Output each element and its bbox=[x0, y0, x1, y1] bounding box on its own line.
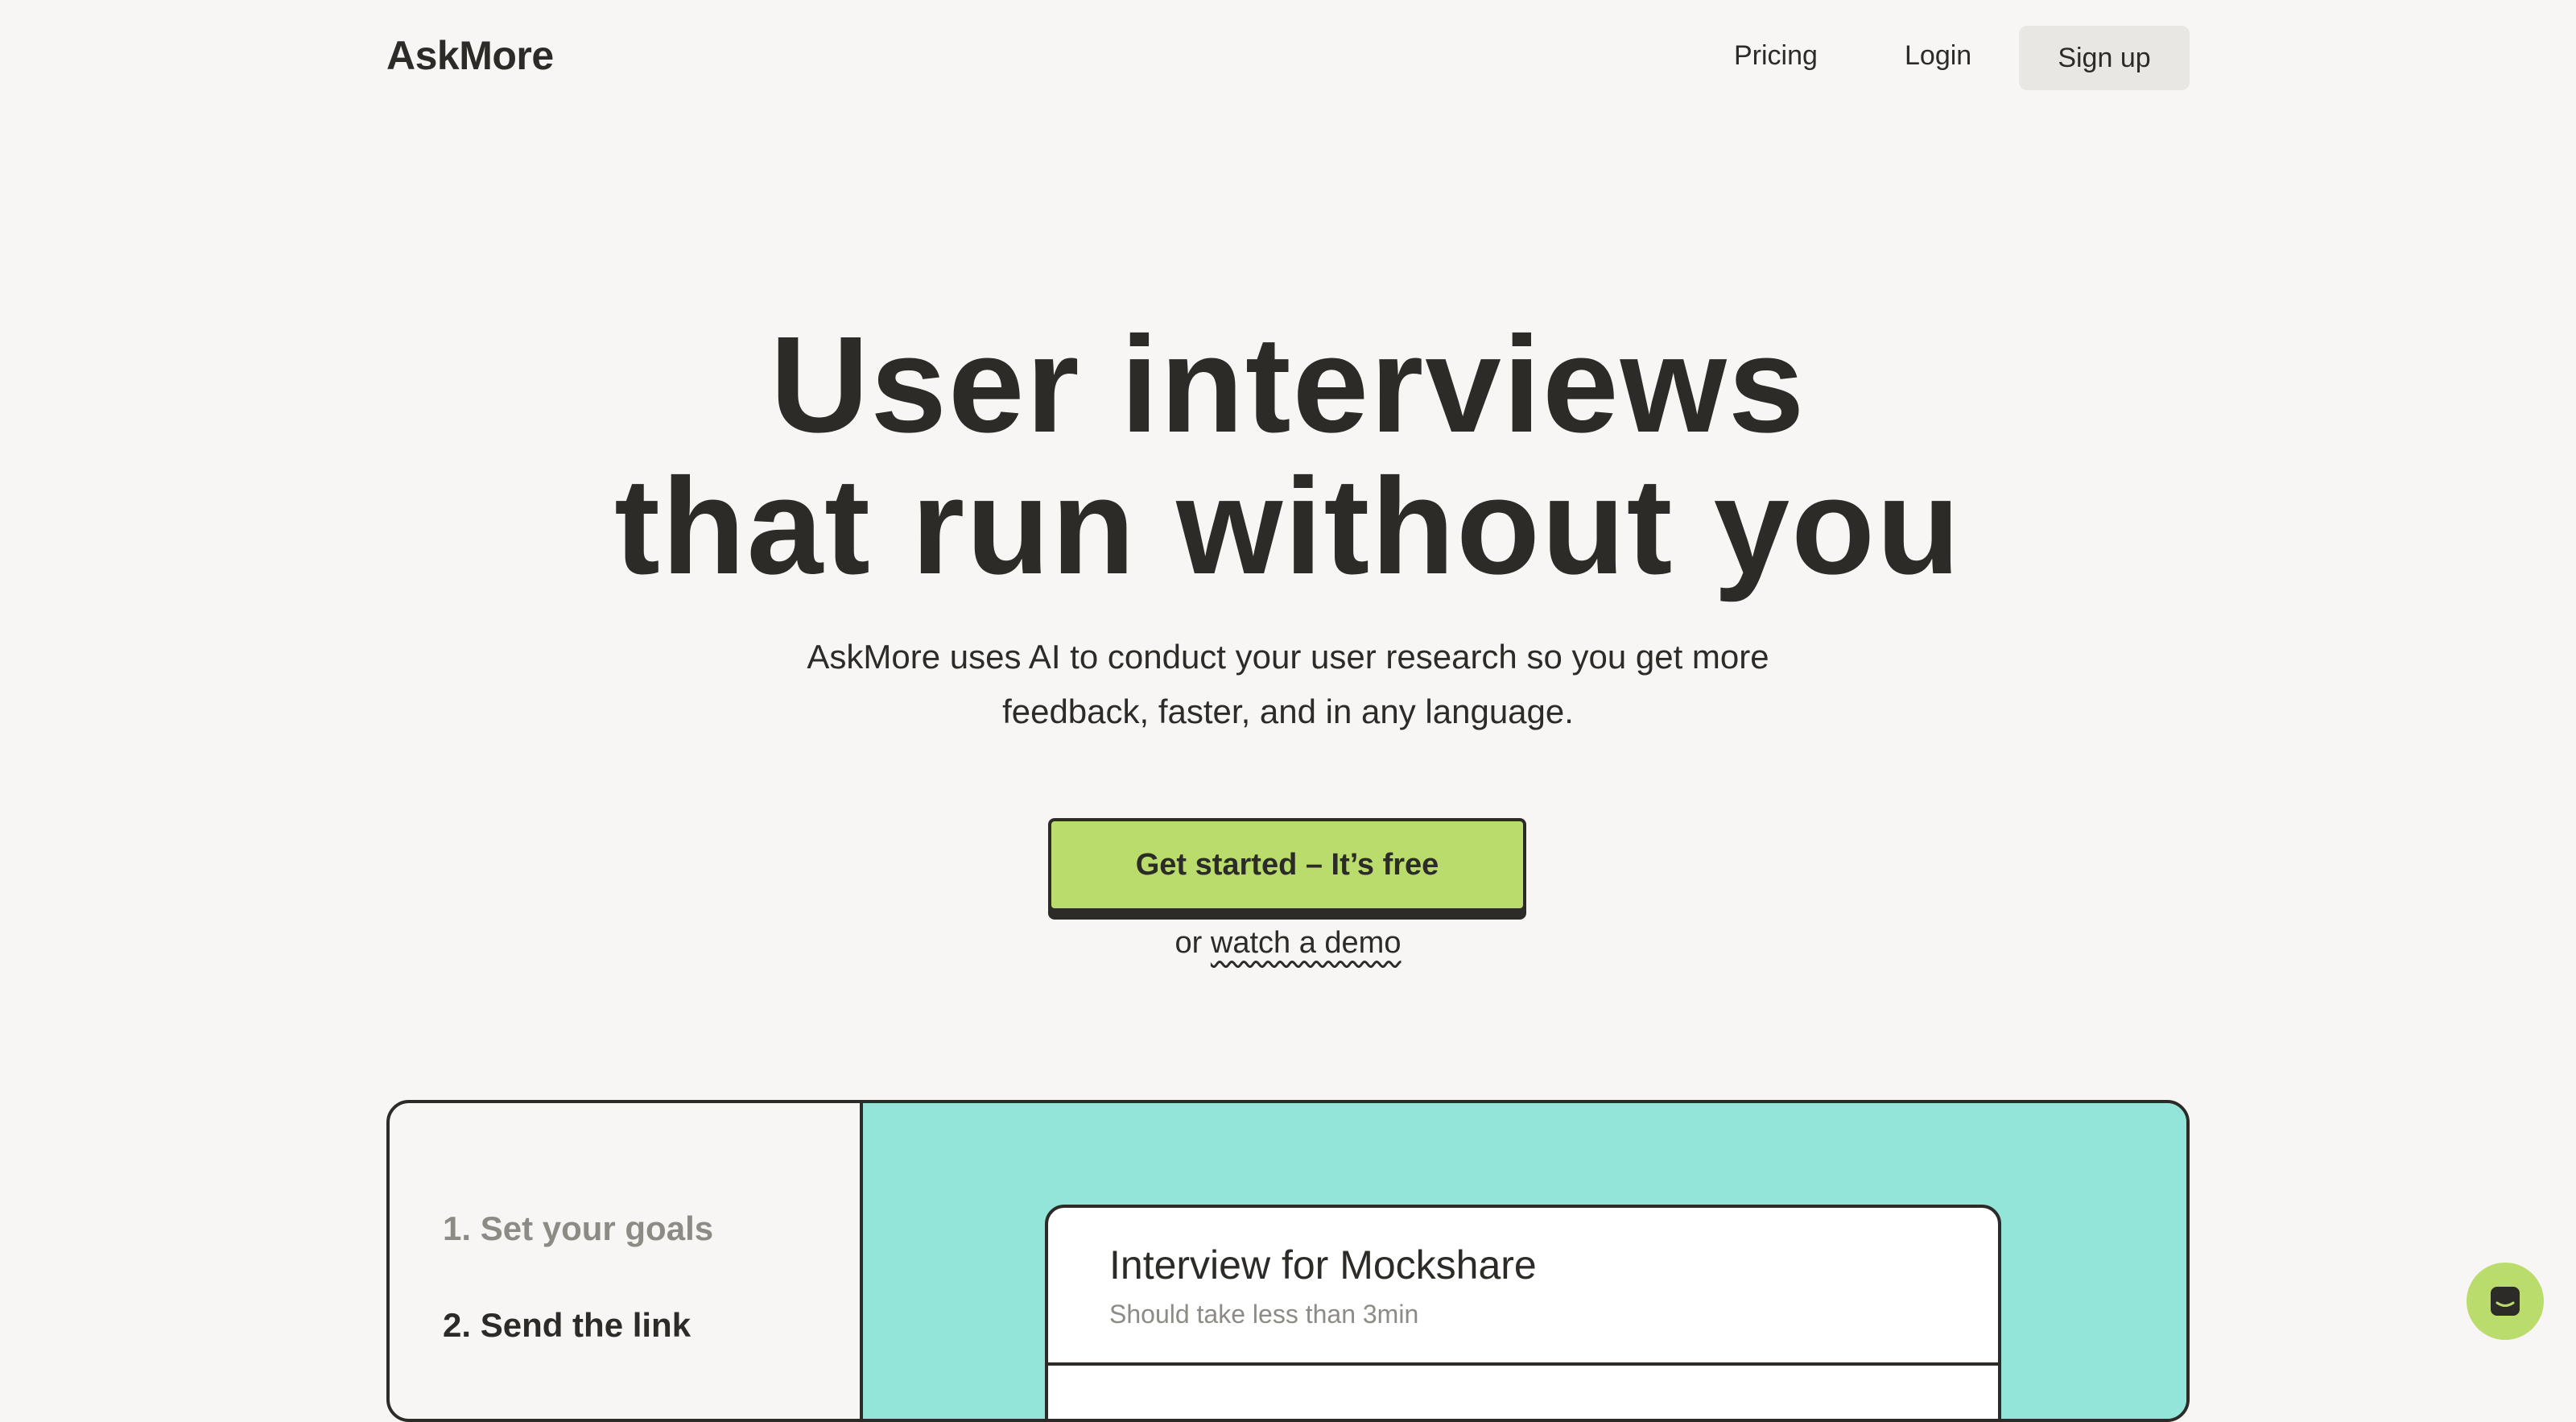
nav-pricing-link[interactable]: Pricing bbox=[1734, 40, 1818, 72]
signup-button[interactable]: Sign up bbox=[2019, 26, 2190, 90]
watch-demo-link[interactable]: watch a demo bbox=[1211, 926, 1402, 960]
interview-card-title: Interview for Mockshare bbox=[1109, 1242, 1537, 1288]
interview-card-divider bbox=[1048, 1362, 1998, 1366]
hero-subtitle-line-2: feedback, faster, and in any language. bbox=[1002, 692, 1574, 730]
watch-demo-line: or watch a demo bbox=[0, 926, 2576, 961]
demo-prefix: or bbox=[1174, 926, 1203, 960]
steps-list: 1. Set your goals 2. Send the link bbox=[390, 1103, 863, 1419]
hero-title-line-1: User interviews bbox=[770, 308, 1806, 461]
hero-subtitle-line-1: AskMore uses AI to conduct your user res… bbox=[807, 638, 1769, 676]
hero-subtitle: AskMore uses AI to conduct your user res… bbox=[724, 630, 1852, 739]
demo-panel: 1. Set your goals 2. Send the link Inter… bbox=[386, 1100, 2190, 1422]
hero-title-line-2: that run without you bbox=[614, 450, 1962, 603]
logo[interactable]: AskMore bbox=[386, 32, 554, 79]
chat-icon bbox=[2491, 1287, 2520, 1316]
hero-title: User interviews that run without you bbox=[0, 314, 2576, 597]
site-header: AskMore Pricing Login Sign up bbox=[0, 0, 2576, 116]
interview-card-subtitle: Should take less than 3min bbox=[1109, 1300, 1419, 1329]
step-set-goals[interactable]: 1. Set your goals bbox=[443, 1209, 713, 1248]
nav-login-link[interactable]: Login bbox=[1905, 40, 1971, 72]
get-started-button[interactable]: Get started – It’s free bbox=[1048, 818, 1526, 911]
chat-launcher-button[interactable] bbox=[2467, 1263, 2544, 1340]
interview-card: Interview for Mockshare Should take less… bbox=[1045, 1205, 2001, 1419]
step-send-link[interactable]: 2. Send the link bbox=[443, 1306, 691, 1345]
demo-preview-area: Interview for Mockshare Should take less… bbox=[863, 1103, 2186, 1419]
